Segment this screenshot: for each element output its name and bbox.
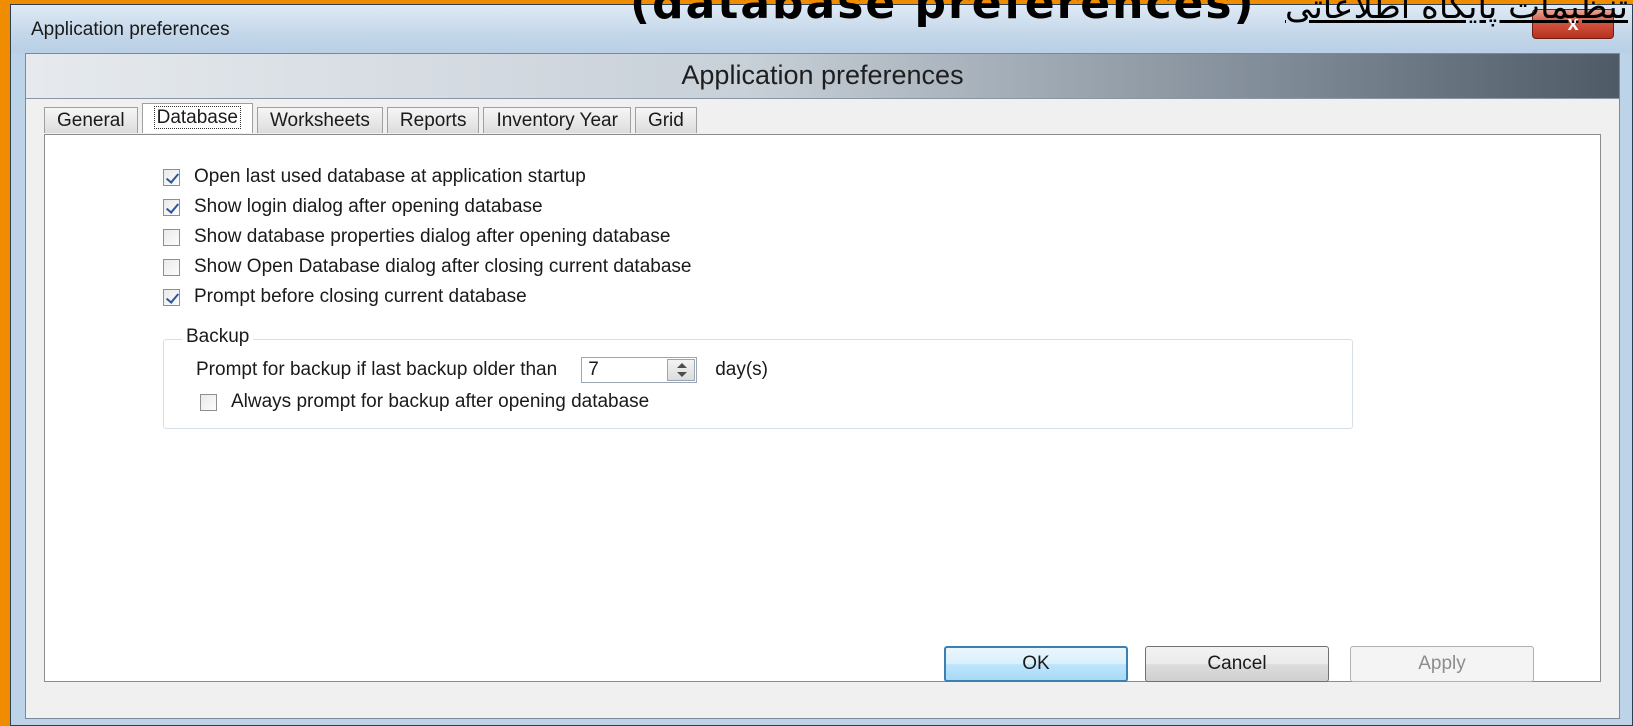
checkbox[interactable] bbox=[163, 258, 180, 276]
checkbox[interactable] bbox=[163, 288, 180, 306]
tab-grid[interactable]: Grid bbox=[634, 107, 697, 133]
apply-button[interactable]: Apply bbox=[1350, 646, 1534, 682]
option-show-login-dialog[interactable]: Show login dialog after opening database bbox=[163, 195, 543, 219]
tab-worksheets[interactable]: Worksheets bbox=[256, 107, 383, 133]
option-open-last-database[interactable]: Open last used database at application s… bbox=[163, 165, 586, 189]
tab-inventory-year[interactable]: Inventory Year bbox=[483, 107, 631, 133]
arrow-down-icon[interactable] bbox=[677, 372, 688, 377]
tab-label: Grid bbox=[647, 110, 684, 131]
backup-legend: Backup bbox=[182, 326, 254, 348]
caption-latin: (database preferences) bbox=[630, 0, 1256, 29]
backup-prompt-label: Prompt for backup if last backup older t… bbox=[196, 359, 558, 380]
option-label: Show Open Database dialog after closing … bbox=[194, 256, 692, 277]
cancel-button[interactable]: Cancel bbox=[1145, 646, 1329, 682]
checkbox[interactable] bbox=[163, 198, 180, 216]
tab-label: General bbox=[57, 110, 125, 131]
preferences-window: Application preferences x Application pr… bbox=[10, 4, 1633, 726]
checkbox[interactable] bbox=[200, 393, 217, 411]
tab-strip: General Database Worksheets Reports Inve… bbox=[44, 103, 701, 133]
option-prompt-before-closing[interactable]: Prompt before closing current database bbox=[163, 285, 527, 309]
backup-groupbox: Backup Prompt for backup if last backup … bbox=[163, 326, 1353, 429]
tab-database[interactable]: Database bbox=[141, 103, 253, 133]
overlay-caption: (database preferences) تنظیمات پایگاه اط… bbox=[630, 0, 1628, 29]
tab-reports[interactable]: Reports bbox=[386, 107, 480, 133]
backup-days-stepper[interactable]: 7 bbox=[581, 357, 698, 383]
option-show-open-dialog[interactable]: Show Open Database dialog after closing … bbox=[163, 255, 691, 279]
checkbox[interactable] bbox=[163, 168, 180, 186]
ok-button[interactable]: OK bbox=[944, 646, 1128, 682]
page-title: Application preferences bbox=[681, 60, 964, 90]
backup-age-row: Prompt for backup if last backup older t… bbox=[196, 356, 768, 384]
dialog-client-area: Application preferences General Database… bbox=[25, 53, 1620, 719]
option-always-prompt-backup[interactable]: Always prompt for backup after opening d… bbox=[200, 390, 649, 414]
option-label: Show database properties dialog after op… bbox=[194, 226, 671, 247]
tab-label: Database bbox=[153, 106, 241, 129]
database-tab-panel: Open last used database at application s… bbox=[44, 134, 1601, 682]
tab-label: Reports bbox=[399, 110, 467, 131]
window-title: Application preferences bbox=[31, 19, 230, 40]
option-label: Open last used database at application s… bbox=[194, 166, 586, 187]
backup-unit-label: day(s) bbox=[715, 359, 768, 380]
checkbox[interactable] bbox=[163, 228, 180, 246]
stepper-buttons[interactable] bbox=[667, 359, 696, 381]
tab-label: Inventory Year bbox=[496, 110, 618, 131]
header-band: Application preferences bbox=[26, 54, 1619, 99]
backup-days-value[interactable]: 7 bbox=[588, 359, 599, 381]
tab-general[interactable]: General bbox=[44, 107, 138, 133]
option-label: Show login dialog after opening database bbox=[194, 196, 543, 217]
option-label: Always prompt for backup after opening d… bbox=[231, 391, 650, 412]
option-label: Prompt before closing current database bbox=[194, 286, 527, 307]
caption-arabic: تنظیمات پایگاه اطلاعاتی bbox=[1285, 0, 1628, 27]
tab-label: Worksheets bbox=[269, 110, 370, 131]
arrow-up-icon[interactable] bbox=[677, 363, 688, 368]
option-show-properties-dialog[interactable]: Show database properties dialog after op… bbox=[163, 225, 670, 249]
